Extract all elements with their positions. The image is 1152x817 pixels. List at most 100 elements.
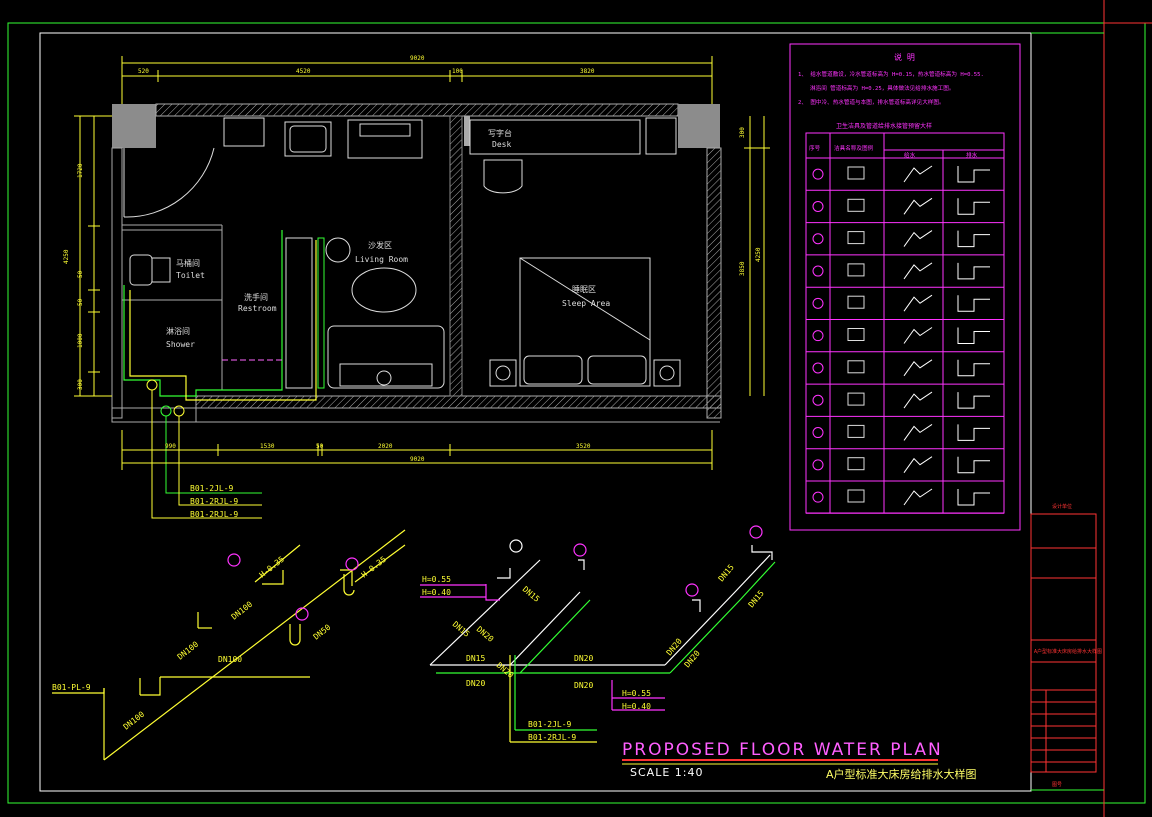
legend-note-3: 2、 图中冷、热水管道与本图，排水管道标高详见大样图。 bbox=[798, 98, 945, 106]
legend-supply-icon bbox=[903, 197, 933, 215]
legend-drain-icon bbox=[957, 392, 990, 409]
room-sleep-en: Sleep Area bbox=[562, 299, 610, 308]
drawing-subtitle: A户型标准大床房给排水大样图 bbox=[826, 768, 977, 781]
dim-bottom-total: 9020 bbox=[410, 456, 425, 463]
iso-right-h-1: H=0.55 bbox=[422, 575, 451, 584]
iso-left-dn-2: DN100 bbox=[176, 640, 201, 662]
room-restroom-cn: 洗手间 bbox=[244, 292, 268, 302]
legend-supply-icon bbox=[903, 262, 933, 280]
dim-top-2: 4520 bbox=[296, 68, 311, 75]
plan-riser-2: B01-2RJL-9 bbox=[190, 497, 238, 506]
legend-table-title: 卫生洁具及管道给排水接管预留大样 bbox=[836, 122, 932, 130]
tb-drawing-name: A户型标准大床房给排水大样图 bbox=[1034, 648, 1102, 655]
dim-top-4: 3820 bbox=[580, 68, 595, 75]
drawing-title: PROPOSED FLOOR WATER PLAN bbox=[622, 740, 943, 760]
tb-designer: 设计单位 bbox=[1052, 503, 1072, 510]
room-desk-en: Desk bbox=[492, 140, 511, 149]
legend-drain-icon bbox=[957, 424, 990, 441]
dim-left-3: 50 bbox=[77, 298, 84, 306]
iso-right-h-3: H=0.55 bbox=[622, 689, 651, 698]
legend-col-no: 序号 bbox=[809, 144, 821, 152]
iso-right-h-2: H=0.40 bbox=[422, 588, 451, 597]
legend-supply-icon bbox=[903, 327, 933, 344]
legend-drain-icon bbox=[957, 262, 990, 280]
legend-fixture-icon bbox=[847, 198, 865, 212]
dim-bottom-5: 3520 bbox=[576, 443, 591, 450]
legend-drain-icon bbox=[957, 198, 990, 215]
iso-right-dn-7: DN20 bbox=[574, 681, 593, 690]
dim-right-1: 300 bbox=[739, 127, 746, 138]
title-block bbox=[1030, 513, 1097, 773]
iso-right-dn-12: DN20 bbox=[495, 661, 516, 680]
isometric-drainage bbox=[52, 529, 406, 761]
legend-row-number-icon bbox=[812, 491, 824, 503]
iso-right-riser-1: B01-2JL-9 bbox=[528, 720, 572, 729]
dim-bottom-4: 2020 bbox=[378, 443, 393, 450]
iso-right-dn-10: DN20 bbox=[665, 637, 684, 658]
dim-top-total: 9020 bbox=[410, 55, 425, 62]
legend-fixture-icon bbox=[847, 231, 865, 245]
legend-drain-icon bbox=[957, 295, 990, 312]
legend-supply-icon bbox=[903, 230, 933, 247]
room-sleep-cn: 睡眠区 bbox=[572, 285, 596, 294]
tb-number: 图号 bbox=[1052, 782, 1062, 788]
legend-supply-icon bbox=[903, 359, 933, 377]
legend-row-number-icon bbox=[812, 394, 824, 406]
legend-row-number-icon bbox=[812, 362, 824, 374]
iso-left-dn-5: DN50 bbox=[312, 623, 333, 642]
legend-supply-icon bbox=[903, 391, 933, 409]
iso-right-riser-2: B01-2RJL-9 bbox=[528, 733, 576, 742]
room-restroom-en: Restroom bbox=[238, 304, 277, 313]
iso-right-dn-11: DN20 bbox=[683, 649, 702, 670]
legend-fixture-icon bbox=[847, 328, 865, 341]
iso-left-pipe: B01-PL-9 bbox=[52, 683, 91, 692]
legend-note-2: 淋浴间 管道标高为 H=0.25，具体做法见给排水施工图。 bbox=[810, 84, 954, 92]
legend-row-number-icon bbox=[812, 200, 824, 212]
iso-right-dn-6: DN20 bbox=[574, 654, 593, 663]
cad-drawing: 9020 520 4520 100 3820 990 1530 50 2020 … bbox=[7, 0, 1152, 817]
dim-top-3: 100 bbox=[452, 68, 463, 75]
iso-right-dn-8: DN15 bbox=[717, 563, 736, 584]
legend-col-supply: 给水 bbox=[904, 151, 916, 159]
dim-right-total: 4250 bbox=[755, 247, 762, 262]
iso-left-h-1: H-0.35 bbox=[258, 555, 286, 580]
legend-fixture-icon bbox=[847, 360, 865, 374]
room-living-en: Living Room bbox=[355, 255, 408, 264]
plan-riser-3: B01-2RJL-9 bbox=[190, 510, 238, 519]
legend-fixture-icon bbox=[847, 424, 865, 438]
iso-left-dn-1: DN100 bbox=[122, 710, 147, 732]
legend-row-number-icon bbox=[812, 427, 824, 439]
legend-drain-icon bbox=[957, 230, 990, 248]
dim-bottom-3: 50 bbox=[316, 443, 324, 450]
legend-fixture-icon bbox=[847, 263, 865, 277]
iso-right-dn-9: DN15 bbox=[747, 589, 766, 610]
legend-row-number-icon bbox=[812, 459, 824, 471]
room-shower-en: Shower bbox=[166, 340, 195, 349]
iso-left-dn-3: DN100 bbox=[218, 655, 242, 664]
iso-left-dn-4: DN100 bbox=[230, 600, 255, 622]
legend-rows bbox=[806, 165, 1004, 514]
legend-row-number-icon bbox=[812, 233, 824, 245]
legend-note-1: 1、 给水管道敷设，冷水管道标高为 H=0.15，热水管道标高为 H=0.55. bbox=[798, 70, 984, 78]
legend-row-number-icon bbox=[812, 265, 824, 277]
legend-supply-icon bbox=[903, 294, 933, 312]
room-living-cn: 沙发区 bbox=[368, 240, 392, 250]
dim-left-5: 300 bbox=[77, 379, 84, 390]
legend-drain-icon bbox=[957, 359, 990, 377]
legend-drain-icon bbox=[957, 456, 990, 474]
dim-left-1: 1720 bbox=[77, 163, 84, 178]
dim-top-1: 520 bbox=[138, 68, 149, 75]
legend-supply-icon bbox=[903, 488, 933, 506]
legend-fixture-icon bbox=[847, 457, 865, 471]
isometric-supply bbox=[420, 525, 776, 743]
plan-riser-1: B01-2JL-9 bbox=[190, 484, 234, 493]
iso-right-dn-3: DN20 bbox=[475, 625, 496, 644]
legend-row-number-icon bbox=[812, 297, 824, 309]
legend-fixture-icon bbox=[847, 295, 865, 309]
iso-right-dn-4: DN15 bbox=[466, 654, 485, 663]
dim-left-2: 50 bbox=[77, 270, 84, 278]
legend-drain-icon bbox=[957, 327, 990, 344]
legend-title: 说 明 bbox=[894, 52, 915, 62]
room-shower-cn: 淋浴间 bbox=[166, 326, 190, 336]
legend-drain-icon bbox=[957, 489, 990, 506]
